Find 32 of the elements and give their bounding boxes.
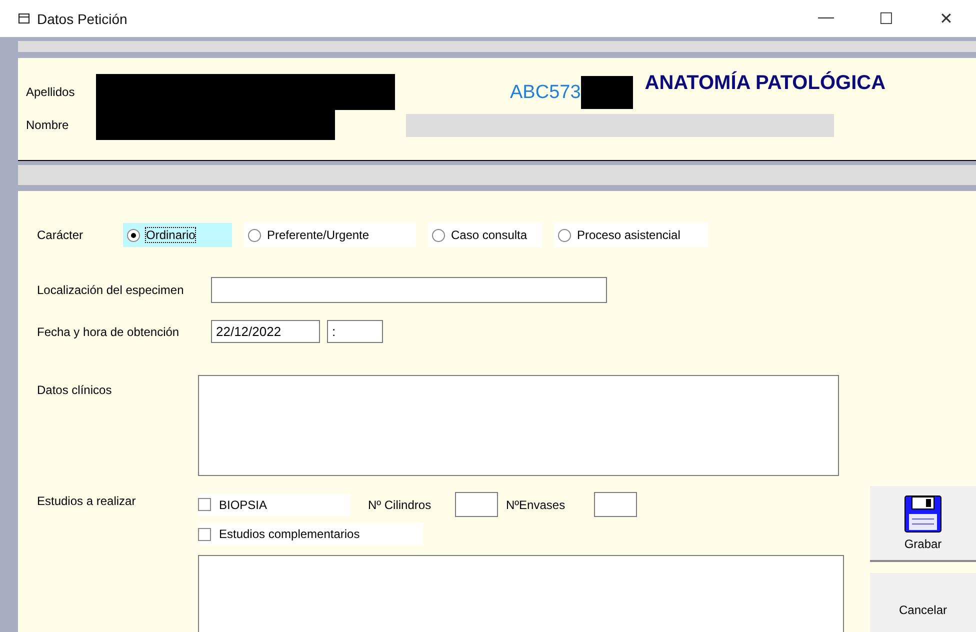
clinical-data-field[interactable]: [198, 375, 839, 476]
department-title: ANATOMÍA PATOLÓGICA: [644, 72, 886, 95]
request-code: ABC573: [510, 82, 581, 104]
window-title: Datos Petición: [37, 10, 128, 26]
field-label: Localización del especimen: [37, 283, 185, 297]
checkbox[interactable]: Estudios complementarios: [198, 523, 423, 545]
radio-option[interactable]: Caso consulta: [428, 223, 542, 247]
field-label: Apellidos: [25, 85, 76, 99]
radio-option[interactable]: Ordinario: [123, 223, 232, 247]
window-control[interactable]: ☐: [856, 8, 916, 28]
redaction-block: [580, 76, 633, 109]
containers-field[interactable]: [594, 492, 637, 517]
studies-field[interactable]: [198, 555, 844, 632]
cylinders-field[interactable]: [455, 492, 498, 517]
window-control[interactable]: —: [796, 8, 856, 28]
window-control[interactable]: ✕: [916, 8, 976, 28]
field-label: Nº Cilindros: [368, 498, 432, 512]
field-label: NºEnvases: [506, 498, 566, 512]
radio-option[interactable]: Proceso asistencial: [554, 223, 708, 247]
field-label: Datos clínicos: [37, 383, 113, 397]
time-field[interactable]: :: [327, 320, 383, 343]
date-field[interactable]: 22/12/2022: [211, 320, 320, 343]
radio-option[interactable]: Preferente/Urgente: [244, 223, 416, 247]
location-field[interactable]: [211, 277, 607, 303]
save-button[interactable]: Grabar: [870, 486, 976, 562]
field-label: Nombre: [25, 118, 70, 132]
field-label: Fecha y hora de obtención: [37, 324, 180, 338]
window-icon: [18, 12, 31, 24]
checkbox[interactable]: BIOPSIA: [198, 494, 350, 516]
field-label: Carácter: [37, 228, 84, 242]
cancel-button[interactable]: Cancelar: [870, 573, 976, 632]
field-label: Estudios a realizar: [37, 494, 137, 508]
